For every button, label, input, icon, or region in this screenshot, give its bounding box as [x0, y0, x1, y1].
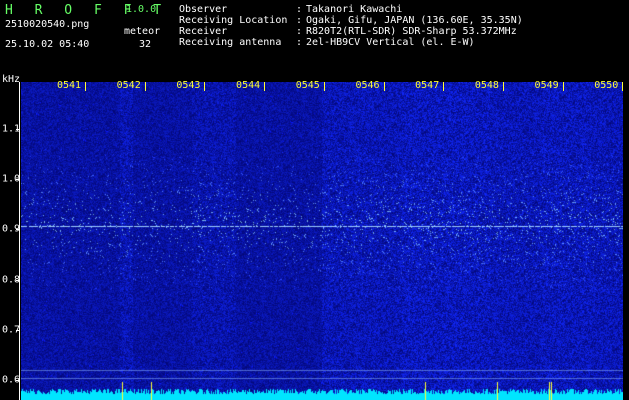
file-name: 2510020540.png — [5, 19, 90, 30]
time-label: 0547 — [415, 80, 440, 91]
observer-label: Observer — [179, 4, 228, 15]
time-label: 0543 — [176, 80, 201, 91]
location-separator: : — [296, 15, 303, 26]
header-panel: H R O F F T 1.0.0 2510020540.png 25.10.0… — [0, 0, 629, 72]
location-value: Ogaki, Gifu, JAPAN (136.60E, 35.35N) — [306, 15, 523, 26]
time-label: 0550 — [594, 80, 619, 91]
time-label: 0545 — [295, 80, 320, 91]
receiver-separator: : — [296, 26, 303, 37]
spectrogram-canvas — [21, 82, 623, 400]
app-version: 1.0.0 — [126, 4, 157, 15]
time-tick — [323, 82, 325, 91]
frequency-unit-label: kHz — [2, 74, 21, 85]
time-tick — [85, 82, 86, 91]
time-label: 0548 — [474, 80, 499, 91]
location-label: Receiving Location — [179, 15, 288, 26]
time-tick — [264, 82, 266, 91]
antenna-value: 2el-HB9CV Vertical (el. E-W) — [306, 37, 475, 48]
time-tick — [562, 82, 564, 91]
frequency-tick — [16, 330, 20, 331]
file-datetime: 25.10.02 05:40 — [5, 39, 90, 50]
antenna-label: Receiving antenna — [179, 37, 282, 48]
frequency-tick — [16, 179, 20, 180]
meteor-count-value: 32 — [139, 39, 152, 50]
time-label: 0549 — [534, 80, 559, 91]
observer-separator: : — [296, 4, 303, 15]
time-tick — [443, 82, 445, 91]
frequency-tick — [16, 129, 20, 130]
meteor-count-label: meteor — [124, 26, 161, 37]
frequency-tick — [16, 229, 20, 230]
time-tick — [383, 82, 385, 91]
antenna-separator: : — [296, 37, 303, 48]
frequency-tick — [16, 280, 20, 281]
observer-value: Takanori Kawachi — [306, 4, 403, 15]
receiver-value: R820T2(RTL-SDR) SDR-Sharp 53.372MHz — [306, 26, 517, 37]
frequency-tick — [16, 380, 20, 381]
time-tick — [502, 82, 504, 91]
time-tick — [144, 82, 146, 91]
time-label: 0541 — [56, 80, 82, 91]
time-label: 0546 — [355, 80, 380, 91]
time-label: 0544 — [236, 80, 261, 91]
time-label: 0542 — [116, 80, 141, 91]
receiver-label: Receiver — [179, 26, 228, 37]
time-tick — [622, 82, 624, 91]
time-tick — [204, 82, 206, 91]
